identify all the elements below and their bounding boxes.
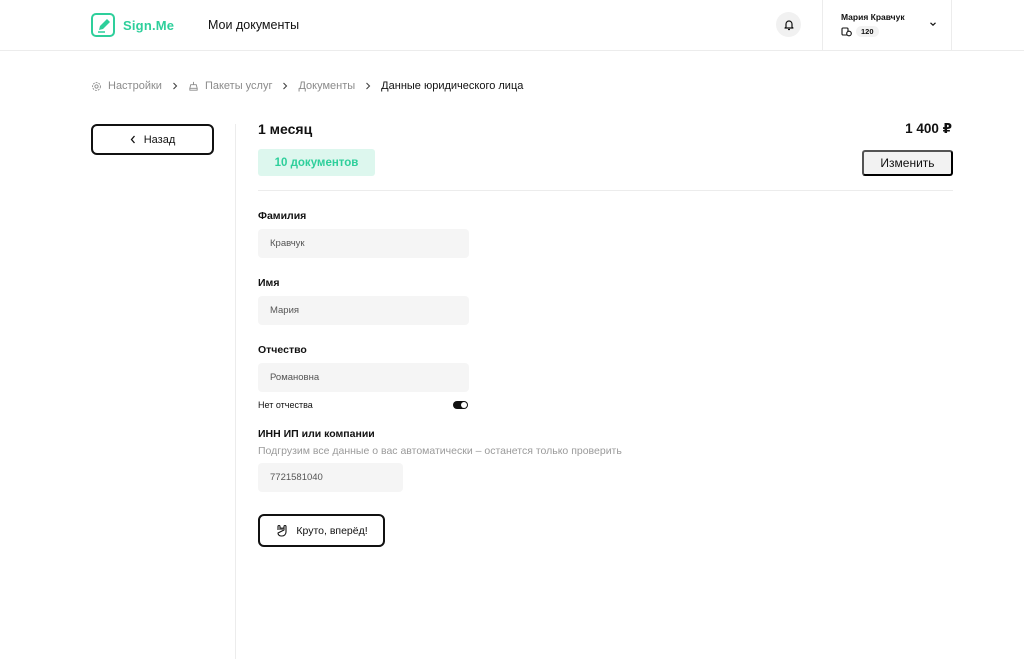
inn-label: ИНН ИП или компании xyxy=(258,428,375,440)
toggle-knob xyxy=(461,402,467,408)
notifications-button[interactable] xyxy=(776,12,801,37)
user-balance: 120 xyxy=(841,26,879,37)
submit-button[interactable]: Круто, вперёд! xyxy=(258,514,385,547)
patronymic-label: Отчество xyxy=(258,344,307,356)
change-plan-button[interactable]: Изменить xyxy=(862,150,953,176)
breadcrumb-label: Настройки xyxy=(108,80,162,92)
breadcrumb-settings[interactable]: Настройки xyxy=(91,80,162,92)
first-name-label: Имя xyxy=(258,277,280,289)
section-divider xyxy=(258,190,953,191)
nav-my-documents[interactable]: Мои документы xyxy=(208,18,299,32)
plan-title: 1 месяц xyxy=(258,121,313,137)
plan-documents-badge: 10 документов xyxy=(258,149,375,176)
back-button-label: Назад xyxy=(143,133,176,146)
breadcrumb-label: Пакеты услуг xyxy=(204,80,273,92)
rock-hand-icon xyxy=(277,524,287,537)
balance-value: 120 xyxy=(856,26,879,37)
inn-hint: Подгрузим все данные о вас автоматически… xyxy=(258,445,622,457)
logo-text: Sign.Me xyxy=(123,17,175,33)
chevron-left-icon xyxy=(130,135,135,144)
inn-input[interactable]: 7721581040 xyxy=(258,463,403,492)
bell-icon xyxy=(783,19,794,30)
chevron-down-icon[interactable] xyxy=(929,20,937,28)
logo[interactable]: Sign.Me xyxy=(91,13,174,37)
submit-button-label: Круто, вперёд! xyxy=(296,524,368,537)
no-patronymic-label: Нет отчества xyxy=(258,400,313,410)
patronymic-input[interactable]: Романовна xyxy=(258,363,469,392)
back-button[interactable]: Назад xyxy=(91,124,214,155)
breadcrumb-documents[interactable]: Документы xyxy=(298,80,355,92)
coins-icon xyxy=(841,26,852,36)
breadcrumb: Настройки Пакеты услуг Документы Данные … xyxy=(91,80,523,92)
top-header: Sign.Me Мои документы Мария Кравчук 120 xyxy=(0,0,1024,51)
last-name-input[interactable]: Кравчук xyxy=(258,229,469,258)
chevron-right-icon xyxy=(282,82,288,90)
chevron-right-icon xyxy=(172,82,178,90)
logo-pen-icon xyxy=(91,13,115,37)
gear-icon xyxy=(92,81,101,91)
column-divider xyxy=(235,124,236,659)
no-patronymic-toggle[interactable] xyxy=(453,401,468,409)
last-name-label: Фамилия xyxy=(258,210,307,222)
breadcrumb-packages[interactable]: Пакеты услуг xyxy=(188,80,273,92)
first-name-input[interactable]: Мария xyxy=(258,296,469,325)
chevron-right-icon xyxy=(365,82,371,90)
plan-price: 1 400 ₽ xyxy=(905,121,952,136)
breadcrumb-current: Данные юридического лица xyxy=(381,80,524,92)
breadcrumb-label: Документы xyxy=(298,80,356,92)
user-menu[interactable]: Мария Кравчук 120 xyxy=(822,0,952,51)
package-icon xyxy=(189,81,198,91)
user-name: Мария Кравчук xyxy=(841,12,905,22)
